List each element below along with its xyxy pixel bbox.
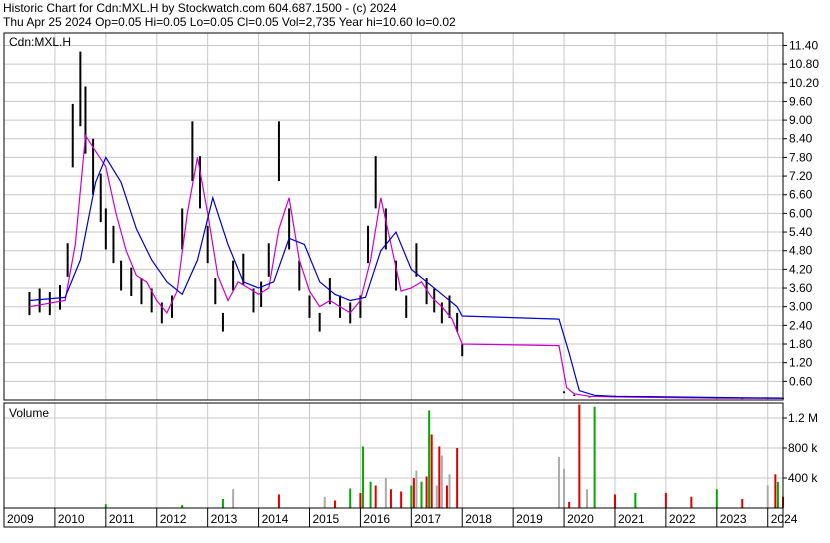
year-label: 2013: [211, 512, 238, 526]
year-label: 2017: [414, 512, 441, 526]
moving-average-lines: [29, 133, 784, 399]
price-tick-label: 3.00: [789, 300, 813, 314]
price-tick-label: 0.60: [789, 374, 813, 388]
volume-bar: [389, 489, 392, 508]
volume-bar: [593, 406, 596, 508]
year-label: 2010: [58, 512, 85, 526]
volume-bar: [374, 485, 377, 508]
volume-bar: [221, 499, 224, 508]
volume-bar: [568, 502, 571, 508]
volume-bar: [349, 488, 352, 508]
volume-bar: [585, 489, 588, 508]
price-bars: [28, 51, 784, 400]
volume-bar: [384, 478, 387, 508]
volume-bar: [104, 504, 107, 508]
price-tick-label: 10.80: [789, 57, 819, 71]
year-label: 2021: [618, 512, 645, 526]
volume-bar: [448, 474, 451, 508]
volume-bar: [741, 499, 744, 508]
volume-bar: [361, 446, 364, 508]
volume-bar: [690, 496, 693, 508]
ma-long-line: [29, 156, 784, 399]
price-tick-label: 2.40: [789, 318, 813, 332]
volume-axis-ticks: 400 k 800 k 1.2 M: [783, 411, 818, 485]
price-tick-label: 4.80: [789, 244, 813, 258]
volume-bar: [776, 481, 779, 508]
volume-bar: [323, 496, 326, 508]
year-label: 2022: [669, 512, 696, 526]
price-tick-label: 11.40: [789, 38, 818, 52]
price-tick-label: 1.20: [789, 356, 813, 370]
price-axis-ticks: 0.60 1.20 1.80 2.40 3.00 3.60 4.20 4.80 5.40 6.00…: [783, 38, 819, 388]
volume-bar: [557, 457, 560, 508]
volume-bar: [333, 500, 336, 508]
year-label: 2018: [465, 512, 492, 526]
volume-bar: [428, 410, 431, 508]
year-axis-labels: 2009 2010 2011 2012 2013 2014 2015 2016 2017 2018…: [7, 508, 798, 527]
volume-tick-label: 1.2 M: [788, 411, 818, 425]
volume-bar: [613, 494, 616, 508]
volume-bar: [412, 478, 415, 508]
volume-bar: [578, 404, 581, 508]
price-tick-label: 6.00: [789, 206, 813, 220]
volume-bar: [766, 485, 769, 508]
price-tick-label: 8.40: [789, 132, 813, 146]
volume-bar: [415, 470, 418, 508]
volume-bar: [425, 476, 428, 508]
volume-bar: [445, 485, 448, 508]
year-label: 2019: [516, 512, 543, 526]
year-label: 2023: [720, 512, 747, 526]
volume-bar: [438, 446, 441, 508]
volume-bar: [634, 493, 637, 508]
price-tick-label: 4.20: [789, 262, 813, 276]
year-label: 2016: [363, 512, 390, 526]
year-label: 2009: [7, 512, 34, 526]
volume-bar: [359, 493, 362, 508]
volume-bar: [277, 494, 280, 508]
volume-tick-label: 400 k: [788, 471, 818, 485]
year-label: 2020: [567, 512, 594, 526]
year-label: 2024: [771, 512, 798, 526]
price-tick-label: 5.40: [789, 225, 813, 239]
price-tick-label: 9.60: [789, 94, 813, 108]
volume-bar: [420, 481, 423, 508]
volume-bar: [456, 448, 459, 508]
volume-bar: [715, 489, 718, 508]
volume-bar: [664, 493, 667, 508]
volume-bar: [369, 481, 372, 508]
price-tick-label: 3.60: [789, 281, 813, 295]
year-label: 2015: [312, 512, 339, 526]
price-tick-label: 7.20: [789, 169, 813, 183]
year-label: 2011: [109, 512, 135, 526]
volume-bar: [774, 474, 777, 508]
volume-bar: [400, 491, 403, 508]
volume-tick-label: 800 k: [788, 441, 818, 455]
volume-bar: [410, 485, 413, 508]
volume-bars: [104, 404, 784, 508]
price-tick-label: 10.20: [789, 76, 819, 90]
stock-chart: 0.60 1.20 1.80 2.40 3.00 3.60 4.20 4.80 5.40 6.00…: [3, 32, 819, 528]
ma-short-line: [29, 133, 784, 399]
symbol-label: Cdn:MXL.H: [9, 35, 71, 49]
price-tick-label: 6.60: [789, 188, 813, 202]
year-label: 2014: [262, 512, 289, 526]
price-tick-label: 7.80: [789, 150, 813, 164]
volume-label: Volume: [9, 406, 49, 420]
volume-bar: [563, 469, 566, 508]
price-tick-label: 9.00: [789, 113, 813, 127]
volume-bar: [435, 485, 438, 508]
price-tick-label: 1.80: [789, 337, 813, 351]
volume-bar: [232, 489, 235, 508]
year-label: 2012: [160, 512, 187, 526]
volume-bar: [440, 455, 443, 508]
volume-bar: [430, 434, 433, 508]
